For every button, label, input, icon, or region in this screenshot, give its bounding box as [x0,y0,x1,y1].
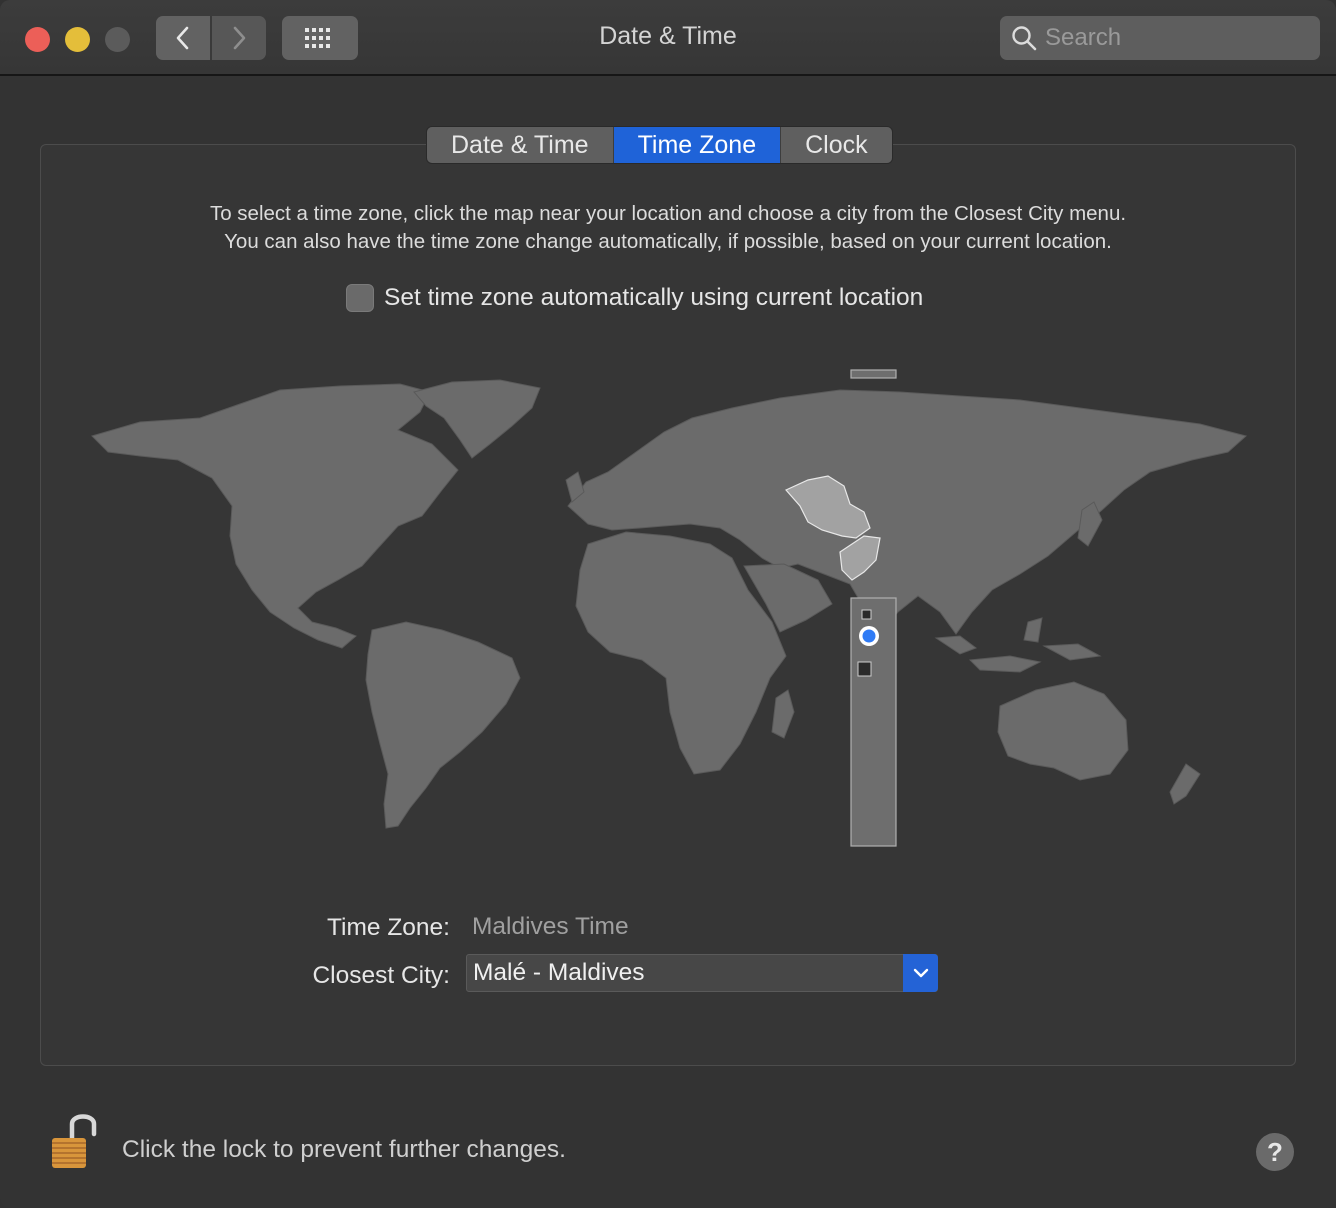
instructions-text: To select a time zone, click the map nea… [40,200,1296,256]
auto-timezone-label[interactable]: Set time zone automatically using curren… [384,284,923,312]
time-zone-label: Time Zone: [327,914,450,941]
instructions-line-2: You can also have the time zone change a… [224,230,1112,253]
selected-timezone-band-top[interactable] [850,369,897,379]
tab-bar: Date & Time Time Zone Clock [426,126,893,164]
auto-timezone-row: Set time zone automatically using curren… [346,284,923,312]
tab-clock[interactable]: Clock [780,127,892,163]
instructions-line-1: To select a time zone, click the map nea… [209,202,1127,225]
tab-time-zone[interactable]: Time Zone [612,127,781,163]
title-bar: Date & Time [0,0,1336,76]
help-button[interactable]: ? [1256,1133,1294,1171]
map-madagascar[interactable] [771,689,795,739]
time-zone-value: Maldives Time [472,913,629,940]
preferences-window: Date & Time Date & Time Time Zone Clock … [0,0,1336,1208]
world-map[interactable] [80,360,1260,860]
unlocked-padlock-icon[interactable] [48,1108,100,1172]
map-australia[interactable] [997,681,1129,781]
closest-city-dropdown-button[interactable] [903,954,938,992]
map-new-zealand[interactable] [1169,763,1201,805]
lock-status-text: Click the lock to prevent further change… [122,1136,566,1163]
closest-city-label: Closest City: [312,962,450,989]
search-field[interactable] [1000,16,1320,60]
island-marker-laccadives [861,609,872,620]
chevron-down-icon [913,968,928,978]
search-input[interactable] [1045,24,1305,52]
map-north-america[interactable] [91,383,459,649]
closest-city-combobox[interactable] [466,954,938,992]
closest-city-input[interactable] [467,955,903,991]
map-south-america[interactable] [365,621,521,829]
location-pin-icon [859,626,879,646]
search-icon [1012,26,1037,51]
tab-date-time[interactable]: Date & Time [427,127,613,163]
island-marker-chagos [857,661,872,677]
auto-timezone-checkbox[interactable] [346,284,374,312]
